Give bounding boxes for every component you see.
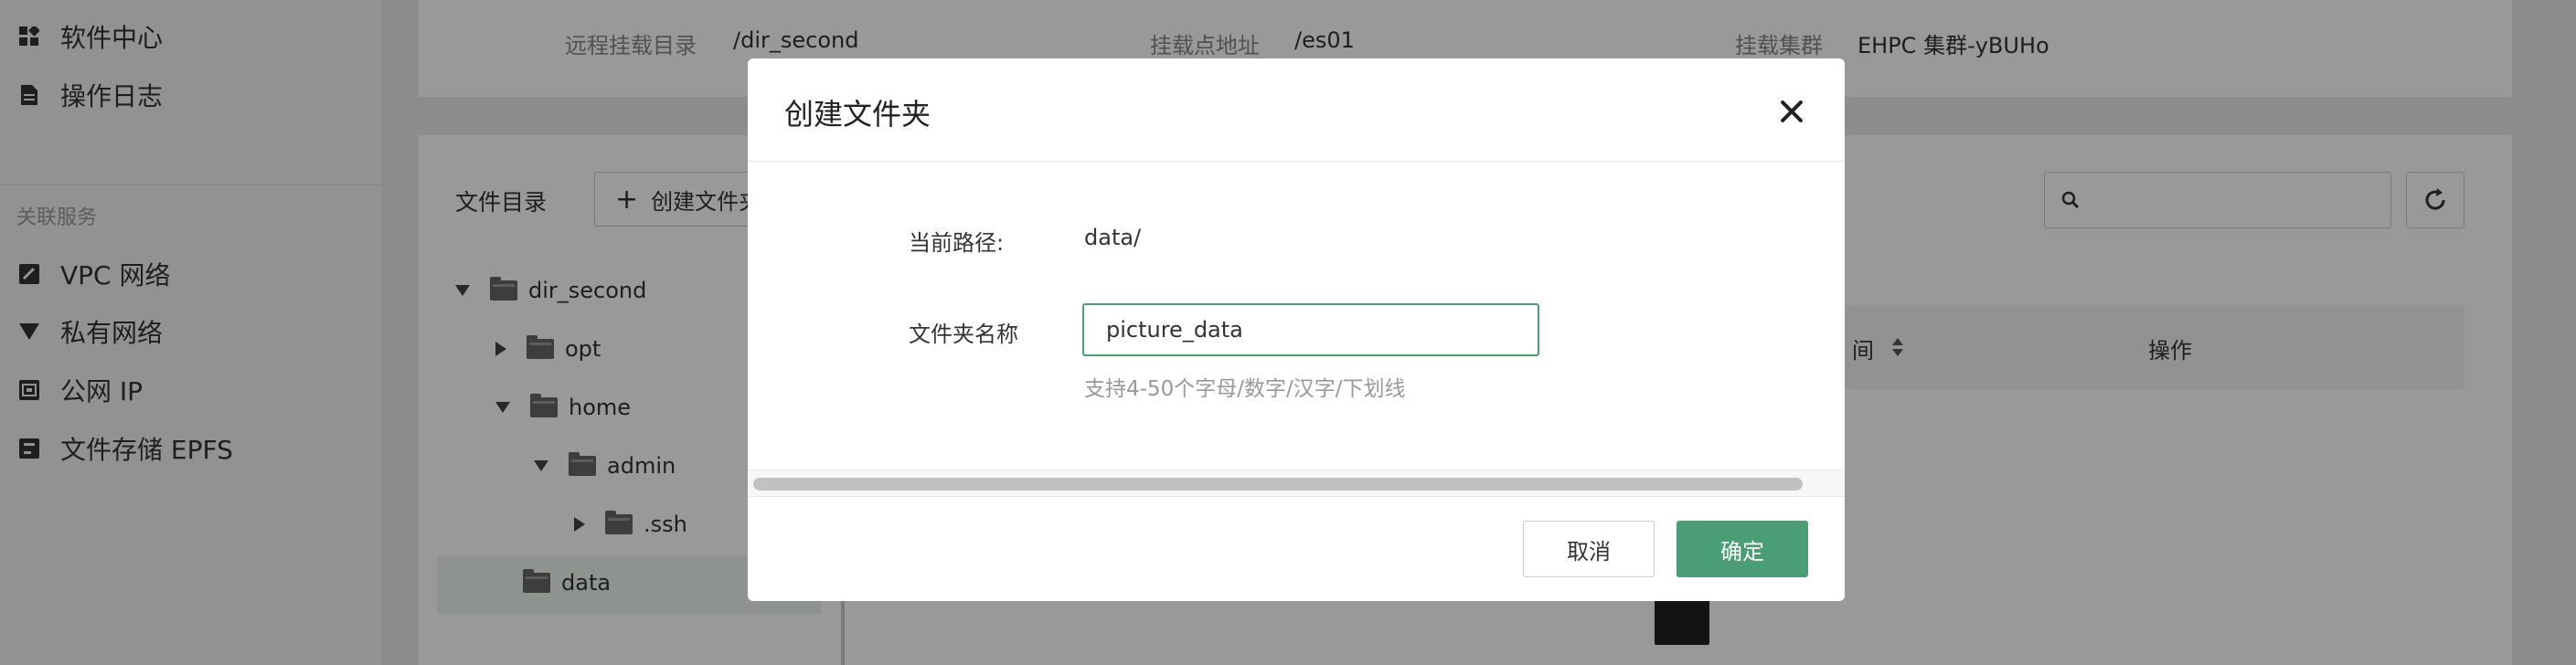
folder-name-label: 文件夹名称 [909, 322, 1018, 347]
close-icon[interactable] [1775, 95, 1808, 128]
horizontal-scrollbar-thumb[interactable] [753, 478, 1803, 491]
dialog-title: 创建文件夹 [784, 97, 931, 132]
cancel-button[interactable]: 取消 [1523, 521, 1655, 577]
confirm-button[interactable]: 确定 [1677, 521, 1808, 577]
current-path-value: data/ [1084, 225, 1142, 250]
dialog-header-divider [748, 161, 1845, 162]
create-folder-dialog: 创建文件夹 当前路径: data/ 文件夹名称 支持4-50个字母/数字/汉字/… [748, 58, 1845, 601]
current-path-label: 当前路径: [909, 230, 1005, 256]
folder-name-hint: 支持4-50个字母/数字/汉字/下划线 [1084, 377, 1406, 401]
folder-name-input[interactable] [1082, 303, 1539, 356]
